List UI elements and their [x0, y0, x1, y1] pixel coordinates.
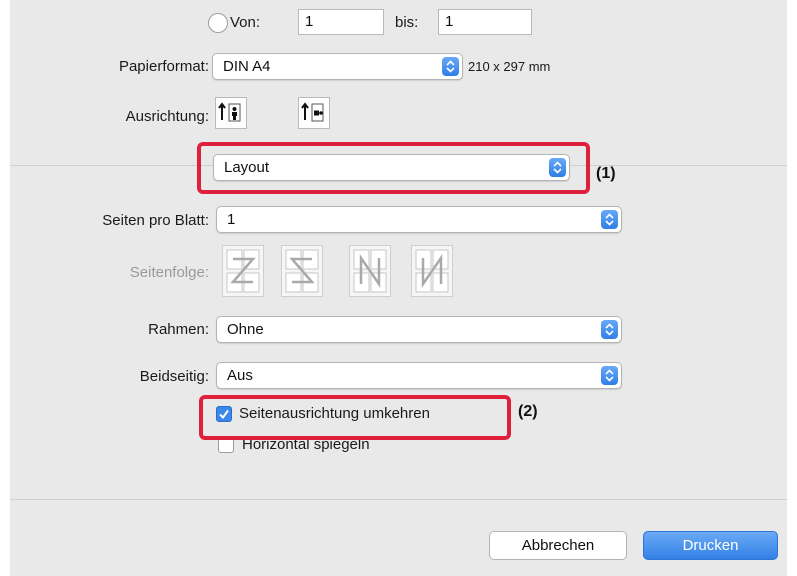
to-page-value: 1	[445, 13, 454, 30]
chevron-updown-icon	[601, 210, 618, 229]
paper-size-text: 210 x 297 mm	[468, 59, 551, 74]
duplex-value: Aus	[227, 367, 253, 384]
landscape-icon	[301, 102, 324, 122]
callout-2-label: (2)	[518, 403, 538, 420]
reverse-orientation-checkbox[interactable]	[216, 406, 232, 422]
duplex-label: Beidseitig:	[139, 368, 209, 385]
orientation-label: Ausrichtung:	[125, 108, 209, 125]
from-label: Von:	[230, 14, 261, 31]
section-value: Layout	[224, 159, 270, 176]
border-select[interactable]: Ohne	[216, 316, 622, 343]
border-value: Ohne	[227, 321, 264, 338]
callout-1-label: (1)	[596, 165, 616, 182]
duplex-select[interactable]: Aus	[216, 362, 622, 389]
footer-divider	[10, 499, 787, 500]
print-button-label: Drucken	[682, 537, 739, 554]
border-label: Rahmen:	[148, 321, 209, 338]
n-order-icon	[353, 249, 387, 293]
cancel-button[interactable]: Abbrechen	[489, 531, 627, 560]
portrait-icon	[218, 102, 241, 122]
chevron-updown-icon	[601, 320, 618, 339]
paper-format-value: DIN A4	[223, 58, 271, 75]
print-dialog-panel: Von: 1 bis: 1 Papierformat: DIN A4 210 x…	[10, 0, 787, 576]
chevron-updown-icon	[549, 158, 566, 177]
section-select[interactable]: Layout	[213, 154, 570, 181]
from-page-value: 1	[305, 13, 314, 30]
page-order-z-button[interactable]	[222, 245, 264, 297]
reverse-z-order-icon	[285, 249, 319, 293]
chevron-updown-icon	[601, 366, 618, 385]
to-page-input[interactable]: 1	[438, 9, 532, 35]
pages-per-sheet-value: 1	[227, 211, 236, 228]
cancel-button-label: Abbrechen	[521, 537, 595, 554]
pages-per-sheet-label: Seiten pro Blatt:	[102, 212, 209, 229]
pages-per-sheet-select[interactable]: 1	[216, 206, 622, 233]
paper-format-select[interactable]: DIN A4	[212, 53, 463, 80]
z-order-icon	[226, 249, 260, 293]
page-order-label: Seitenfolge:	[129, 264, 209, 281]
print-button[interactable]: Drucken	[643, 531, 778, 560]
landscape-orientation-button[interactable]	[298, 97, 330, 129]
page-order-n-button[interactable]	[349, 245, 391, 297]
portrait-orientation-button[interactable]	[215, 97, 247, 129]
reverse-n-order-icon	[415, 249, 449, 293]
paper-format-label: Papierformat:	[118, 58, 209, 75]
chevron-updown-icon	[442, 57, 459, 76]
page-order-reverse-n-button[interactable]	[411, 245, 453, 297]
checkmark-icon	[219, 409, 229, 420]
to-label: bis:	[395, 14, 419, 31]
reverse-orientation-label: Seitenausrichtung umkehren	[239, 405, 430, 422]
page-range-radio[interactable]	[208, 13, 228, 33]
from-page-input[interactable]: 1	[298, 9, 384, 35]
page-order-reverse-z-button[interactable]	[281, 245, 323, 297]
